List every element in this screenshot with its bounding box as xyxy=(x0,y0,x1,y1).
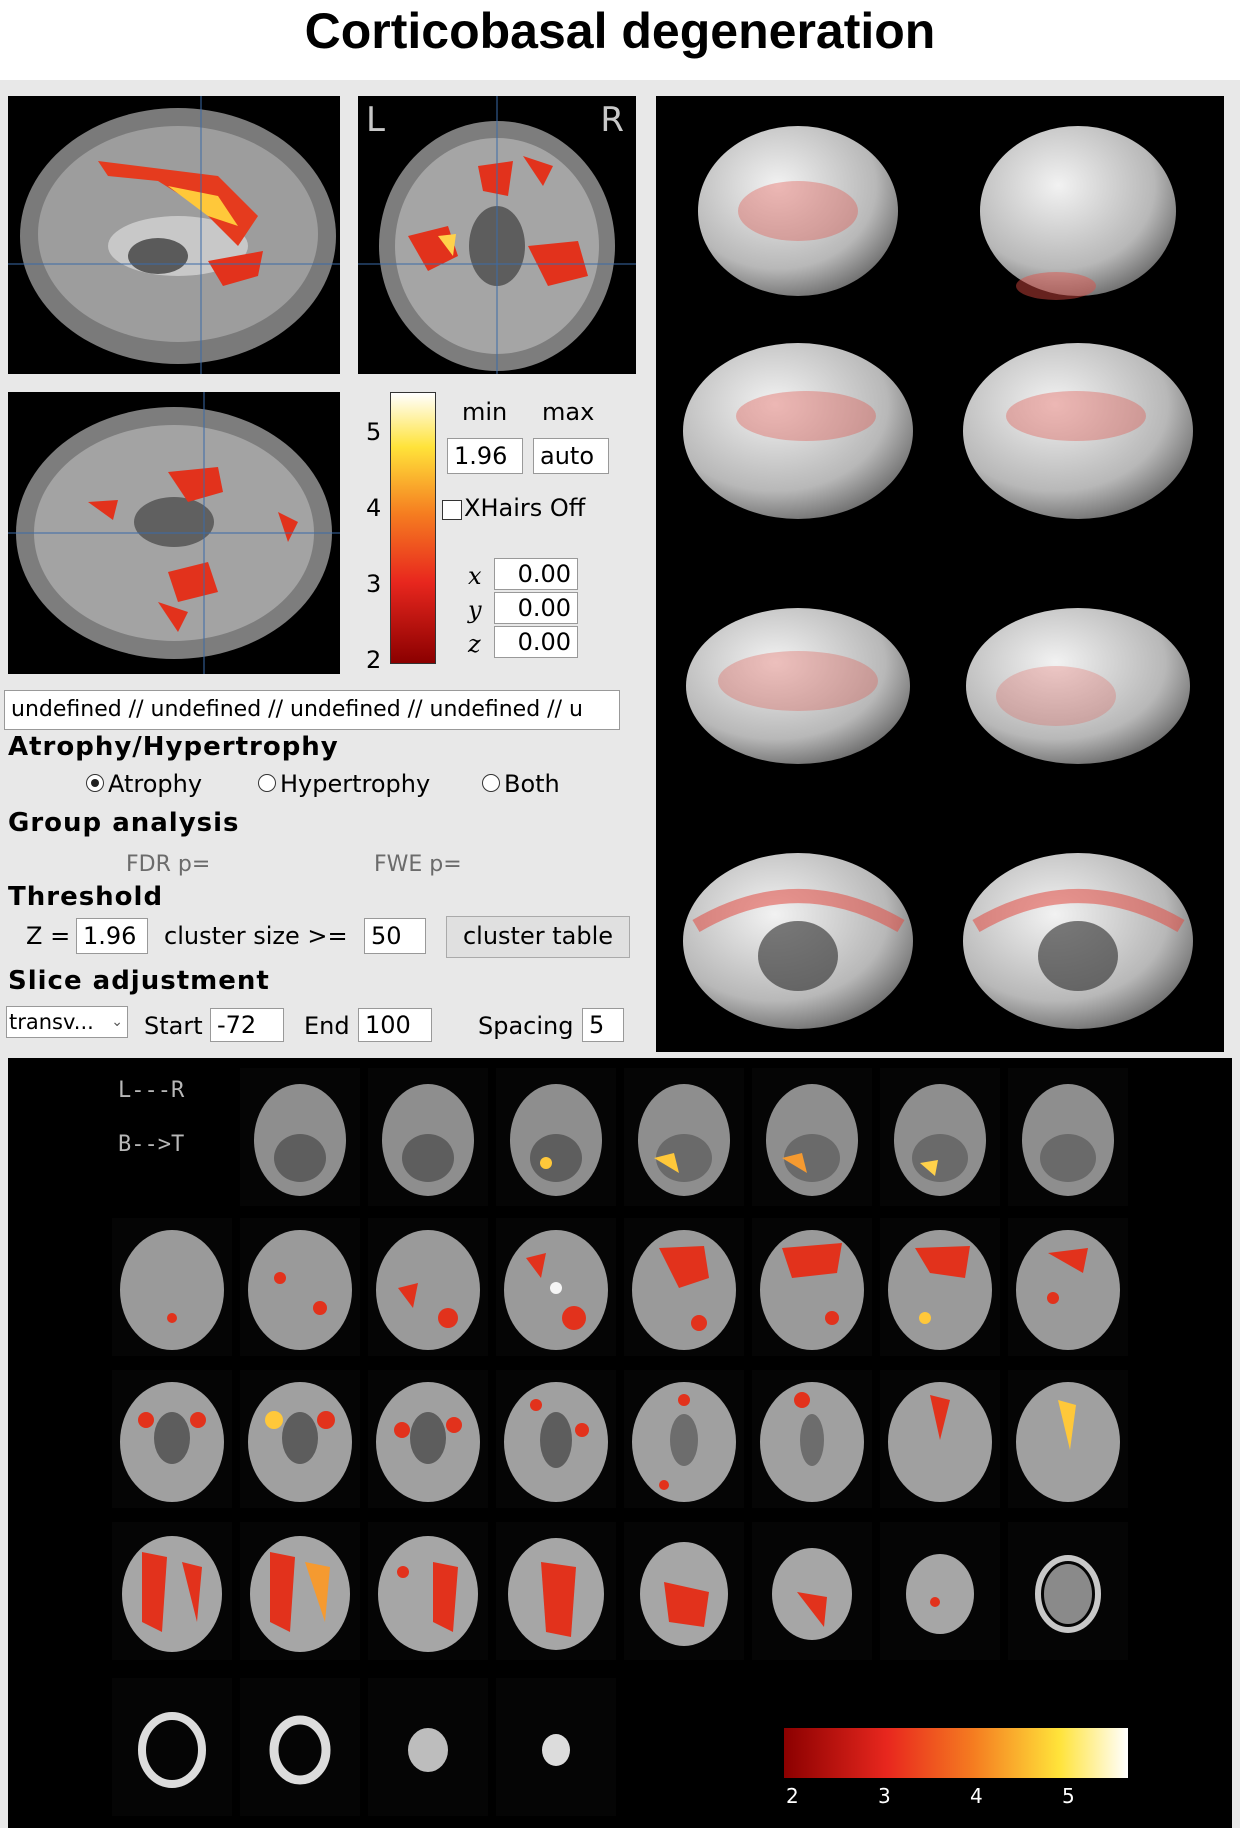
montage-slice[interactable] xyxy=(1008,1068,1128,1206)
radio-atrophy-label: Atrophy xyxy=(108,770,203,798)
montage-colorbar-tick-3: 3 xyxy=(878,1784,891,1808)
slice-heading: Slice adjustment xyxy=(8,966,270,996)
montage-slice[interactable] xyxy=(240,1218,360,1356)
montage-slice[interactable] xyxy=(496,1678,616,1816)
xhairs-label: XHairs Off xyxy=(464,494,586,522)
montage-slice[interactable] xyxy=(112,1370,232,1508)
start-input[interactable]: -72 xyxy=(210,1008,284,1042)
right-label: R xyxy=(600,100,624,140)
max-label: max xyxy=(542,398,595,426)
start-label: Start xyxy=(144,1012,203,1040)
radio-both[interactable]: Both xyxy=(482,770,560,798)
fdr-label: FDR p= xyxy=(126,852,211,877)
montage-slice[interactable] xyxy=(1008,1522,1128,1660)
montage-slice[interactable] xyxy=(880,1370,1000,1508)
montage-slice[interactable] xyxy=(752,1218,872,1356)
fwe-label: FWE p= xyxy=(374,852,462,877)
atrophy-heading: Atrophy/Hypertrophy xyxy=(8,732,339,762)
z-threshold-label: Z = xyxy=(26,922,71,950)
info-text-field[interactable]: undefined // undefined // undefined // u… xyxy=(4,690,620,730)
z-input[interactable]: 0.00 xyxy=(494,626,578,658)
montage-slice[interactable] xyxy=(752,1370,872,1508)
x-input[interactable]: 0.00 xyxy=(494,558,578,590)
montage-slice[interactable] xyxy=(368,1218,488,1356)
sagittal-view[interactable] xyxy=(8,96,340,374)
z-threshold-input[interactable]: 1.96 xyxy=(76,918,148,954)
spacing-input[interactable]: 5 xyxy=(582,1008,624,1042)
montage-slice[interactable] xyxy=(240,1678,360,1816)
montage-slice[interactable] xyxy=(752,1522,872,1660)
colorbar-tick-5: 5 xyxy=(366,418,382,446)
axial-view[interactable] xyxy=(8,392,340,674)
y-label: y xyxy=(468,596,482,624)
radio-hypertrophy-dot xyxy=(258,774,276,792)
radio-both-label: Both xyxy=(504,770,560,798)
end-label: End xyxy=(304,1012,350,1040)
montage-slice[interactable] xyxy=(368,1522,488,1660)
y-input[interactable]: 0.00 xyxy=(494,592,578,624)
montage-slice[interactable] xyxy=(112,1522,232,1660)
montage-slice[interactable] xyxy=(496,1370,616,1508)
colorbar-tick-4: 4 xyxy=(366,494,382,522)
montage-slice[interactable] xyxy=(752,1068,872,1206)
montage-slice[interactable] xyxy=(1008,1370,1128,1508)
radio-atrophy[interactable]: Atrophy xyxy=(86,770,202,798)
montage-slice[interactable] xyxy=(368,1678,488,1816)
radio-hypertrophy-label: Hypertrophy xyxy=(280,770,431,798)
cluster-size-input[interactable]: 50 xyxy=(364,918,426,954)
montage-colorbar-tick-4: 4 xyxy=(970,1784,983,1808)
xhairs-checkbox[interactable] xyxy=(442,500,462,520)
montage-slice[interactable] xyxy=(240,1370,360,1508)
montage-slice[interactable] xyxy=(368,1068,488,1206)
lr-label: L---R xyxy=(118,1078,185,1103)
montage-slice[interactable] xyxy=(496,1218,616,1356)
montage-colorbar-tick-2: 2 xyxy=(786,1784,799,1808)
page-title: Corticobasal degeneration xyxy=(304,3,936,59)
min-input[interactable]: 1.96 xyxy=(447,438,523,474)
x-label: x xyxy=(468,562,482,590)
slice-orientation-select[interactable]: transv... ⌄ xyxy=(6,1006,128,1038)
slice-orientation-value: transv... xyxy=(9,1010,94,1034)
chevron-down-icon: ⌄ xyxy=(111,1014,123,1030)
montage-slice[interactable] xyxy=(496,1068,616,1206)
montage-slice[interactable] xyxy=(624,1522,744,1660)
montage-slice[interactable] xyxy=(368,1370,488,1508)
spacing-label: Spacing xyxy=(478,1012,574,1040)
slice-montage: L---R B-->T 2 3 4 5 xyxy=(8,1058,1232,1828)
z-label: z xyxy=(468,630,481,658)
montage-slice[interactable] xyxy=(880,1218,1000,1356)
colorbar-tick-3: 3 xyxy=(366,570,382,598)
montage-slice[interactable] xyxy=(496,1522,616,1660)
montage-slice[interactable] xyxy=(880,1068,1000,1206)
montage-slice[interactable] xyxy=(624,1218,744,1356)
radio-both-dot xyxy=(482,774,500,792)
montage-slice[interactable] xyxy=(240,1522,360,1660)
radio-atrophy-dot xyxy=(86,774,104,792)
colorbar xyxy=(390,392,436,664)
max-input[interactable]: auto xyxy=(533,438,609,474)
montage-slice[interactable] xyxy=(240,1068,360,1206)
montage-colorbar xyxy=(784,1728,1128,1778)
render-3d-view[interactable] xyxy=(656,96,1224,1052)
montage-slice[interactable] xyxy=(112,1218,232,1356)
montage-slice[interactable] xyxy=(880,1522,1000,1660)
cluster-table-button[interactable]: cluster table xyxy=(446,916,630,958)
group-heading: Group analysis xyxy=(8,808,240,838)
montage-slice[interactable] xyxy=(112,1678,232,1816)
cluster-size-label: cluster size >= xyxy=(164,922,348,950)
end-input[interactable]: 100 xyxy=(358,1008,432,1042)
threshold-heading: Threshold xyxy=(8,882,164,912)
montage-colorbar-tick-5: 5 xyxy=(1062,1784,1075,1808)
coronal-view[interactable]: L R xyxy=(358,96,636,374)
left-label: L xyxy=(366,100,385,140)
colorbar-tick-2: 2 xyxy=(366,646,382,674)
montage-slice[interactable] xyxy=(624,1068,744,1206)
montage-slice[interactable] xyxy=(1008,1218,1128,1356)
montage-slice[interactable] xyxy=(624,1370,744,1508)
radio-hypertrophy[interactable]: Hypertrophy xyxy=(258,770,430,798)
min-label: min xyxy=(462,398,508,426)
bt-label: B-->T xyxy=(118,1132,185,1157)
